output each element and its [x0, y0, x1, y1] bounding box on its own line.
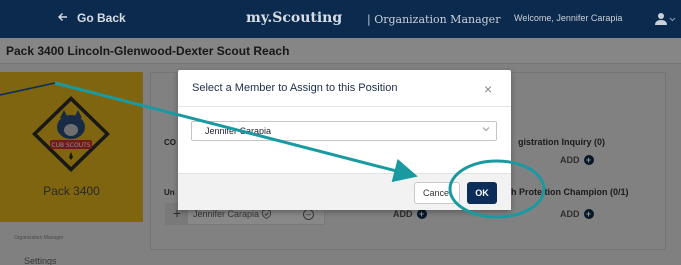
user-menu[interactable] — [655, 11, 677, 27]
close-icon[interactable]: × — [484, 81, 492, 97]
dialog-footer: Cancel OK — [178, 173, 511, 210]
cancel-button[interactable]: Cancel — [414, 182, 460, 204]
arrow-left-icon — [58, 11, 68, 25]
brand-subtitle: | Organization Manager — [367, 13, 501, 26]
member-select[interactable]: Jennifer Carapia — [191, 121, 497, 141]
go-back-link[interactable]: Go Back — [58, 11, 126, 25]
assign-member-dialog: Select a Member to Assign to this Positi… — [178, 70, 511, 210]
ok-button[interactable]: OK — [467, 182, 497, 204]
dialog-title: Select a Member to Assign to this Positi… — [192, 82, 398, 94]
chevron-down-icon — [482, 125, 490, 135]
user-icon — [655, 13, 676, 25]
top-nav: Go Back my.Scouting | Organization Manag… — [0, 0, 681, 38]
brand-name: my.Scouting — [246, 10, 343, 26]
welcome-text: Welcome, Jennifer Carapia — [514, 13, 623, 23]
dialog-divider — [178, 106, 511, 107]
selected-member: Jennifer Carapia — [205, 126, 272, 136]
go-back-label: Go Back — [77, 11, 126, 25]
